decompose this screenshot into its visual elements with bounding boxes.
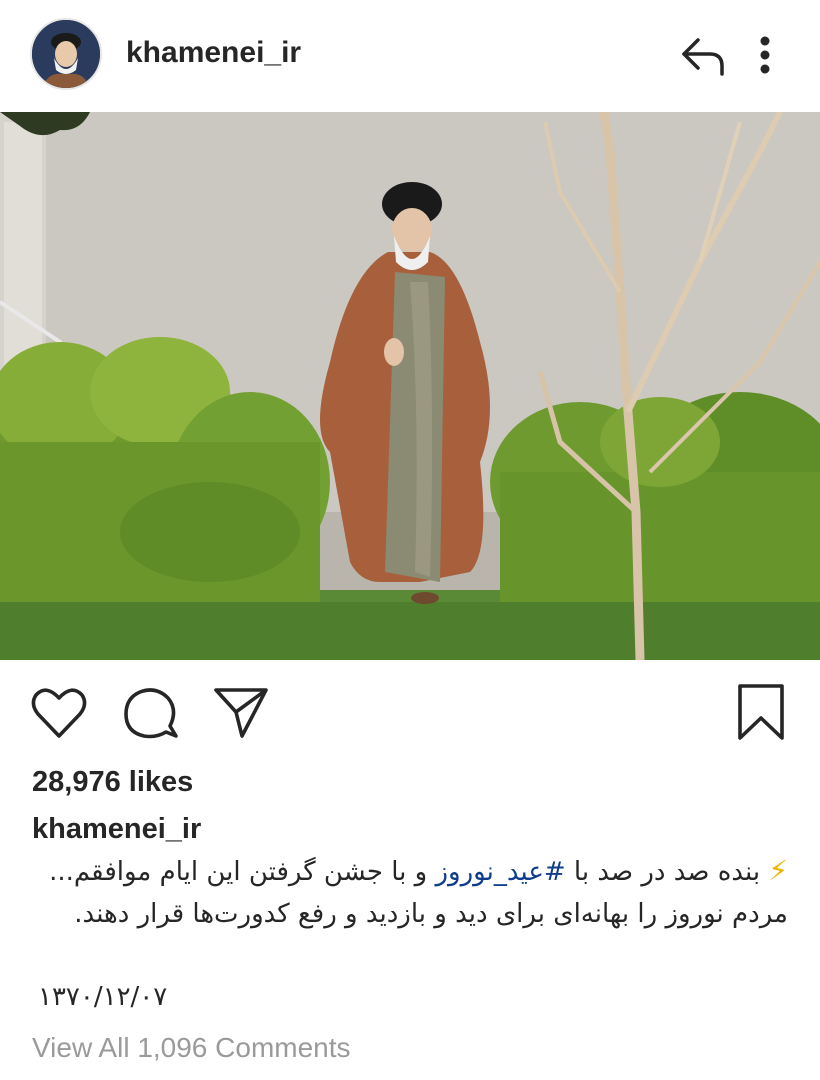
avatar[interactable] <box>30 18 102 90</box>
bookmark-icon[interactable] <box>734 682 788 742</box>
lightning-icon: ⚡ <box>768 854 788 887</box>
comment-icon[interactable] <box>122 686 180 740</box>
post-photo[interactable] <box>0 112 820 660</box>
share-arrow-icon[interactable] <box>680 34 726 78</box>
post-actions <box>0 672 820 752</box>
caption-text: ⚡ بنده صد در صد با #عید_نوروز و با جشن گ… <box>32 850 788 935</box>
hashtag-link[interactable]: #عید_نوروز <box>436 857 566 887</box>
send-icon[interactable] <box>212 684 270 740</box>
heart-icon[interactable] <box>30 686 88 740</box>
caption-username[interactable]: khamenei_ir <box>32 813 201 846</box>
username[interactable]: khamenei_ir <box>126 36 301 70</box>
like-count[interactable]: 28,976 likes <box>32 766 193 799</box>
view-all-comments-link[interactable]: View All 1,096 Comments <box>32 1032 351 1064</box>
caption-prefix: بنده صد در صد با <box>565 857 761 887</box>
post-date: ۱۳۷۰/۱۲/۰۷ <box>38 982 168 1012</box>
more-vertical-icon[interactable] <box>750 34 780 78</box>
post-header: khamenei_ir <box>0 0 820 112</box>
